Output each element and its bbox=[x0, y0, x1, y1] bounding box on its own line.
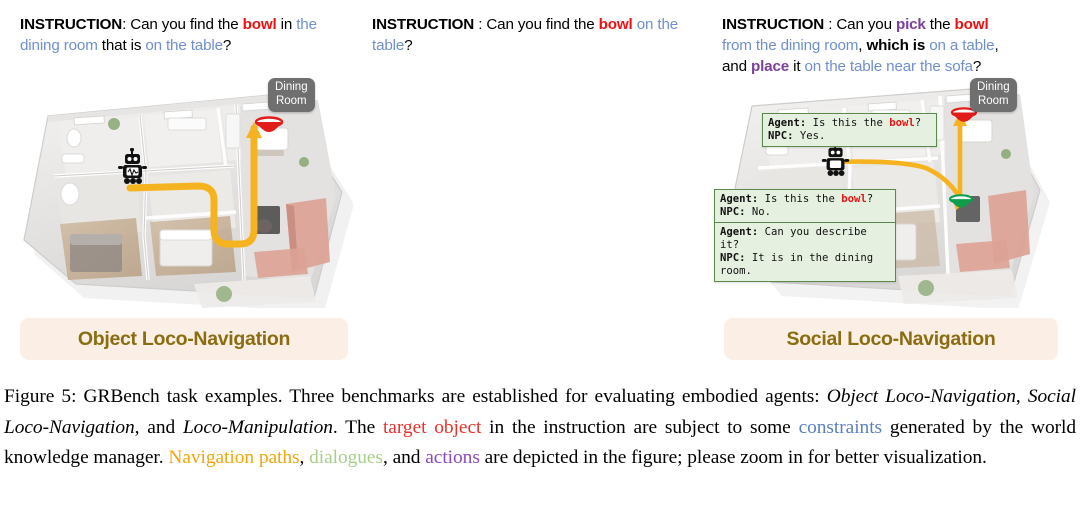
constraint-word: on the table near the sofa bbox=[804, 58, 974, 75]
instruction-text-panel-1: INSTRUCTION: Can you find the bowl in th… bbox=[20, 14, 352, 56]
instruction-part: : Can you find the bbox=[474, 16, 599, 33]
agent-robot-icon bbox=[118, 148, 147, 184]
instruction-text-panel-2: INSTRUCTION : Can you find the bowl on t… bbox=[372, 14, 696, 56]
instruction-part: which is bbox=[866, 37, 926, 54]
target-object-word: bowl bbox=[242, 16, 277, 33]
instruction-label: INSTRUCTION bbox=[372, 16, 475, 33]
caption-segment: , bbox=[1015, 386, 1028, 407]
instruction-part: ? bbox=[972, 58, 982, 75]
instruction-part: the bbox=[925, 16, 955, 33]
instruction-part: and bbox=[722, 58, 751, 75]
caption-segment: are depicted in the figure; please zoom … bbox=[479, 447, 987, 468]
constraint-word: from the dining room bbox=[722, 37, 859, 54]
instruction-part: : Can you bbox=[824, 16, 896, 33]
target-object-word: bowl bbox=[598, 16, 633, 33]
action-word-place: place bbox=[750, 58, 790, 75]
caption-actions: actions bbox=[425, 447, 480, 468]
panel-loco-manipulation: INSTRUCTION : Can you pick the bowl from … bbox=[706, 0, 1076, 370]
panel-title-object-loco-navigation: Object Loco-Navigation bbox=[20, 318, 348, 360]
instruction-part: ? bbox=[222, 37, 232, 54]
caption-dialogues: dialogues bbox=[309, 447, 383, 468]
instruction-part: it bbox=[789, 58, 805, 75]
target-object-word: bowl bbox=[954, 16, 989, 33]
caption-navigation-paths: Navigation paths bbox=[168, 447, 300, 468]
caption-segment: , and bbox=[382, 447, 426, 468]
caption-constraints: constraints bbox=[798, 416, 883, 438]
caption-segment: , bbox=[299, 447, 310, 468]
caption-segment-italic: Object Loco-Navigation bbox=[826, 386, 1016, 407]
room-label-line-2: Room bbox=[275, 94, 307, 107]
instruction-text-panel-3: INSTRUCTION : Can you pick the bowl from … bbox=[722, 14, 1072, 77]
constraint-word: on the table bbox=[145, 37, 223, 54]
scene-panel-1: Dining Room bbox=[18, 76, 353, 308]
instruction-label: INSTRUCTION bbox=[20, 16, 123, 33]
figure-caption: Figure 5: GRBench task examples. Three b… bbox=[4, 382, 1076, 474]
instruction-part: in bbox=[276, 16, 297, 33]
caption-segment-italic: Loco-Manipulation bbox=[182, 416, 333, 438]
instruction-part: that is bbox=[97, 37, 146, 54]
caption-segment: , and bbox=[134, 416, 183, 438]
panel-object-loco-navigation: INSTRUCTION: Can you find the bowl in th… bbox=[8, 0, 356, 370]
action-word-pick: pick bbox=[895, 16, 926, 33]
instruction-part: , bbox=[994, 37, 999, 54]
room-label-dining-room: Dining Room bbox=[268, 78, 315, 112]
caption-segment: in the instruction are subject to some bbox=[481, 416, 799, 438]
instruction-part: : Can you find the bbox=[122, 16, 243, 33]
caption-segment: Figure 5: GRBench task examples. Three b… bbox=[4, 386, 827, 407]
caption-segment: . The bbox=[332, 416, 383, 438]
instruction-part: ? bbox=[404, 37, 413, 54]
caption-target-object: target object bbox=[382, 416, 482, 438]
target-bowl-icon-red bbox=[254, 116, 284, 132]
panel-social-loco-navigation: INSTRUCTION : Can you find the bowl on t… bbox=[360, 0, 1058, 370]
constraint-word: on a table bbox=[925, 37, 995, 54]
figure-container: INSTRUCTION: Can you find the bowl in th… bbox=[0, 0, 1080, 508]
room-label-line-1: Dining bbox=[275, 81, 308, 93]
instruction-label: INSTRUCTION bbox=[722, 16, 825, 33]
